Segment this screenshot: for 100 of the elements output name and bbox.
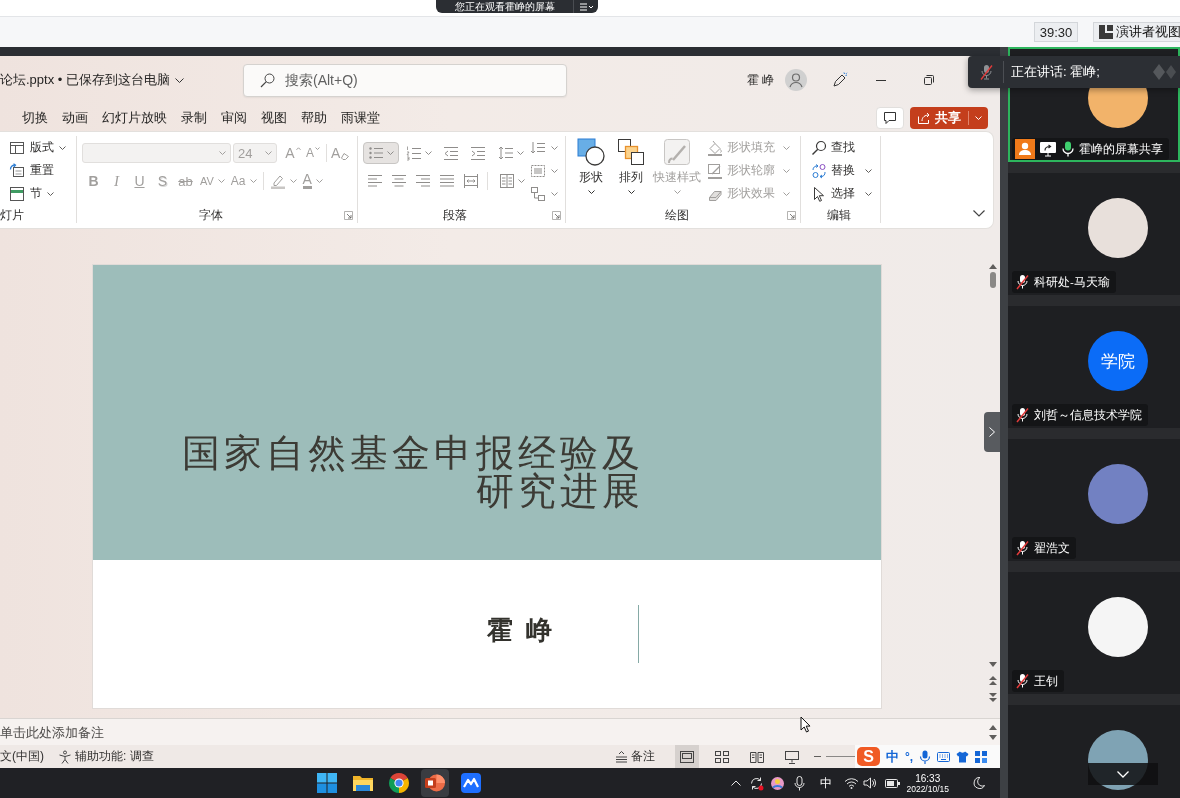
user-avatar-icon[interactable] xyxy=(785,69,807,91)
replace-arrows-icon xyxy=(811,162,827,179)
menu-tab[interactable]: 视图 xyxy=(254,107,294,128)
chevron-down-icon[interactable] xyxy=(865,191,872,196)
participant-name: 翟浩文 xyxy=(1034,540,1070,556)
window-layout-icon xyxy=(1099,25,1113,39)
pen-icon[interactable] xyxy=(832,72,848,88)
scroll-down-icon[interactable] xyxy=(988,734,997,740)
menu-tab[interactable]: 审阅 xyxy=(214,107,254,128)
avatar-initials: 学院 xyxy=(1088,331,1148,391)
sync-icon[interactable] xyxy=(749,775,765,791)
justify-icon[interactable] xyxy=(439,173,455,189)
chevron-down-icon[interactable] xyxy=(865,168,872,173)
menu-tab[interactable]: 幻灯片放映 xyxy=(95,107,174,128)
battery-icon[interactable] xyxy=(885,777,902,789)
volume-icon[interactable] xyxy=(863,777,877,789)
input-mode-indicator[interactable]: 中 xyxy=(820,774,833,792)
shirt-icon[interactable] xyxy=(956,750,970,763)
language-status[interactable]: 文(中国) xyxy=(0,748,44,765)
ime-logo: S xyxy=(857,747,880,766)
section-button[interactable]: 节 xyxy=(7,182,68,205)
participant-name: 王钊 xyxy=(1034,673,1058,689)
presenter-view-button[interactable]: 演讲者视图 xyxy=(1093,22,1180,42)
caret-down-icon xyxy=(315,147,320,150)
slide-sorter-icon xyxy=(714,748,730,765)
chevron-down-icon[interactable] xyxy=(47,191,54,196)
clock-time: 16:33 xyxy=(915,772,941,784)
keyboard-icon[interactable] xyxy=(937,751,951,762)
align-right-icon[interactable] xyxy=(415,173,431,189)
align-text-icon[interactable] xyxy=(530,162,546,179)
participant-name: 霍峥的屏幕共享 xyxy=(1079,141,1163,157)
microphone-icon[interactable] xyxy=(794,775,806,791)
menu-tab[interactable]: 雨课堂 xyxy=(334,107,387,128)
wifi-icon[interactable] xyxy=(844,777,860,789)
chevron-up-icon[interactable] xyxy=(731,780,742,786)
ime-punctuation-button[interactable]: °, xyxy=(905,749,914,764)
moon-icon[interactable] xyxy=(973,777,985,789)
normal-view-button[interactable] xyxy=(675,745,699,768)
notes-button[interactable]: 备注 xyxy=(615,748,655,765)
microphone-icon[interactable] xyxy=(919,749,932,764)
collapse-panel-button[interactable] xyxy=(984,412,1000,452)
dialog-launcher-icon[interactable] xyxy=(552,210,561,220)
scroll-down-button[interactable] xyxy=(1088,763,1158,785)
distribute-icon[interactable] xyxy=(463,173,479,189)
reset-icon xyxy=(9,162,25,179)
diagram-icon[interactable] xyxy=(530,185,546,202)
chevron-down-icon[interactable] xyxy=(973,210,985,217)
taskbar-app-button[interactable] xyxy=(421,769,449,797)
accessibility-icon xyxy=(58,749,72,764)
outline-pen-icon xyxy=(707,162,723,179)
menu-tab[interactable]: 录制 xyxy=(174,107,214,128)
menu-tab[interactable]: 动画 xyxy=(55,107,95,128)
mouse-pointer-icon xyxy=(800,716,811,733)
text-direction-icon[interactable] xyxy=(530,139,546,156)
select-button[interactable]: 选择 xyxy=(809,182,874,205)
chevron-down-icon[interactable] xyxy=(59,145,66,150)
line-spacing-icon[interactable] xyxy=(498,145,514,161)
chevron-down-icon[interactable] xyxy=(174,77,184,83)
restore-icon[interactable] xyxy=(924,75,934,85)
chevron-down-icon[interactable] xyxy=(587,190,595,194)
dialog-launcher-icon[interactable] xyxy=(787,210,796,220)
align-center-icon[interactable] xyxy=(391,173,407,189)
shapes-button[interactable]: 形状 xyxy=(573,136,609,194)
share-button[interactable]: 共享 xyxy=(910,106,988,129)
next-slide-icon[interactable] xyxy=(988,692,997,702)
layout-button[interactable]: 版式 xyxy=(7,136,68,159)
grid-icon[interactable] xyxy=(975,750,988,763)
notes-field[interactable]: 单击此处添加备注 xyxy=(0,718,985,745)
decrease-indent-icon[interactable] xyxy=(443,145,459,161)
arrange-button[interactable]: 排列 xyxy=(613,136,649,194)
zoom-out-icon[interactable] xyxy=(814,753,821,760)
search-icon xyxy=(260,72,275,88)
chevron-down-icon[interactable] xyxy=(627,190,635,194)
find-button[interactable]: 查找 xyxy=(809,136,874,159)
menu-tab[interactable]: 帮助 xyxy=(294,107,334,128)
group-label: 段落 xyxy=(442,206,468,224)
dialog-launcher-icon[interactable] xyxy=(344,210,353,220)
search-field[interactable]: 搜索(Alt+Q) xyxy=(243,63,567,97)
numbering-icon[interactable] xyxy=(406,145,422,161)
search-icon xyxy=(811,139,827,156)
scroll-up-icon[interactable] xyxy=(988,264,997,269)
comments-button[interactable] xyxy=(876,106,904,129)
chevron-down-icon xyxy=(1117,770,1129,778)
menu-tab[interactable]: 切换 xyxy=(15,107,55,128)
accessibility-button[interactable]: 辅助功能: 调查 xyxy=(58,748,154,765)
start-icon xyxy=(316,772,338,794)
replace-button[interactable]: 替换 xyxy=(809,159,874,182)
presentation-screen-icon xyxy=(784,748,800,765)
columns-icon[interactable] xyxy=(499,173,515,189)
timer-display: 39:30 xyxy=(1034,22,1078,42)
scroll-down-icon[interactable] xyxy=(988,662,997,667)
reset-button[interactable]: 重置 xyxy=(7,159,68,182)
wave-app-icon xyxy=(460,772,482,794)
scroll-up-icon[interactable] xyxy=(988,724,997,730)
tray-app-icon[interactable] xyxy=(770,775,786,791)
normal-view-icon xyxy=(679,748,695,765)
scrollbar-thumb[interactable] xyxy=(989,272,996,288)
previous-slide-icon[interactable] xyxy=(988,676,997,686)
increase-indent-icon[interactable] xyxy=(470,145,486,161)
ime-mode-button[interactable]: 中 xyxy=(886,747,899,766)
